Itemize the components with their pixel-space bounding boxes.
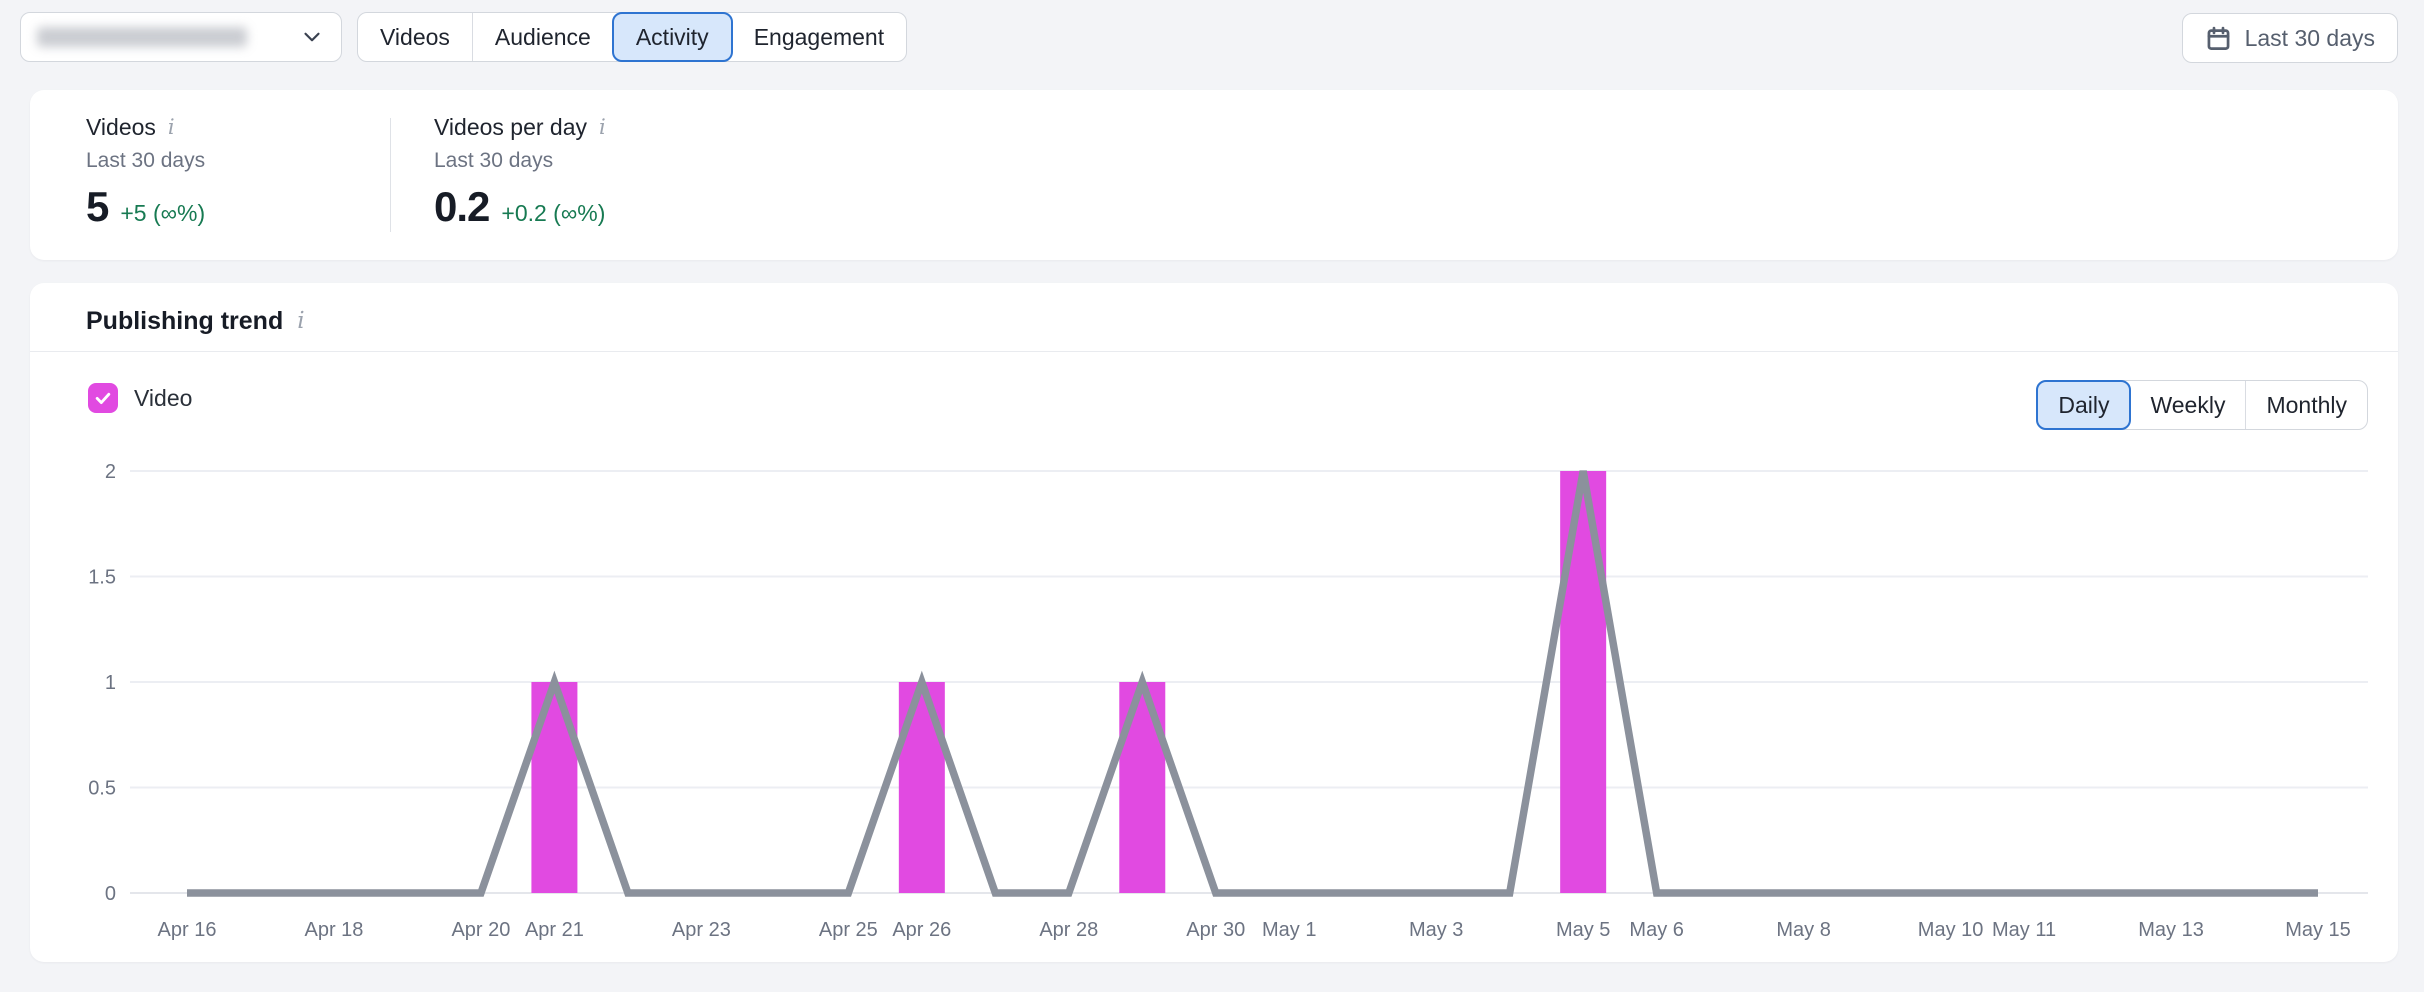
x-axis-tick-label: May 5 — [1556, 919, 1610, 941]
y-axis-tick-label: 1 — [105, 672, 116, 694]
x-axis-tick-label: May 11 — [1992, 919, 2056, 941]
x-axis-tick-label: Apr 18 — [304, 919, 363, 941]
granularity-monthly[interactable]: Monthly — [2245, 381, 2367, 429]
granularity-switch: Daily Weekly Monthly — [2036, 380, 2368, 430]
stat-videos-per-day-delta: +0.2 (∞%) — [501, 200, 605, 227]
bar[interactable] — [1560, 471, 1606, 893]
stat-videos-per-day-value: 0.2 — [434, 183, 489, 231]
calendar-icon — [2205, 25, 2232, 52]
legend-video-checkbox[interactable]: Video — [88, 383, 192, 413]
info-icon[interactable]: i — [295, 310, 306, 333]
account-dropdown[interactable] — [20, 12, 342, 62]
info-icon[interactable]: i — [597, 117, 608, 138]
activity-stats-card: Videos i Last 30 days 5 +5 (∞%) Videos p… — [30, 90, 2398, 260]
x-axis-tick-label: Apr 30 — [1186, 919, 1245, 941]
publishing-trend-card: Publishing trend i Video Daily Weekly Mo… — [30, 283, 2398, 962]
x-axis-tick-label: Apr 26 — [892, 919, 951, 941]
x-axis-tick-label: May 13 — [2138, 919, 2204, 941]
y-axis-tick-label: 2 — [105, 461, 116, 483]
checkbox-checked-icon — [88, 383, 118, 413]
bar[interactable] — [899, 682, 945, 893]
x-axis-tick-label: Apr 23 — [672, 919, 731, 941]
x-axis-tick-label: Apr 20 — [451, 919, 510, 941]
x-axis-tick-label: May 6 — [1629, 919, 1683, 941]
stat-videos-per-day: Videos per day i Last 30 days 0.2 +0.2 (… — [434, 114, 608, 231]
granularity-weekly[interactable]: Weekly — [2130, 381, 2245, 429]
granularity-daily[interactable]: Daily — [2036, 380, 2131, 430]
info-icon[interactable]: i — [166, 117, 177, 138]
x-axis-tick-label: May 15 — [2285, 919, 2351, 941]
header-divider — [30, 351, 2398, 352]
chevron-down-icon — [299, 24, 325, 50]
x-axis-tick-label: May 10 — [1918, 919, 1984, 941]
bar[interactable] — [1119, 682, 1165, 893]
x-axis-tick-label: Apr 21 — [525, 919, 584, 941]
account-name-blurred — [37, 27, 247, 47]
top-bar: Videos Audience Activity Engagement Last… — [0, 0, 2424, 74]
stat-videos-per-day-period: Last 30 days — [434, 149, 608, 173]
stat-videos-title: Videos — [86, 114, 156, 141]
stats-divider — [390, 118, 391, 232]
x-axis-tick-label: May 3 — [1409, 919, 1463, 941]
y-axis-tick-label: 0.5 — [88, 778, 116, 800]
tab-audience[interactable]: Audience — [472, 13, 613, 61]
x-axis-tick-label: Apr 16 — [158, 919, 217, 941]
publishing-trend-title: Publishing trend — [86, 307, 283, 336]
y-axis-tick-label: 1.5 — [88, 567, 116, 589]
stat-videos-delta: +5 (∞%) — [120, 200, 205, 227]
x-axis-tick-label: Apr 28 — [1039, 919, 1098, 941]
x-axis-tick-label: Apr 25 — [819, 919, 878, 941]
stat-videos-per-day-title: Videos per day — [434, 114, 587, 141]
x-axis-tick-label: May 1 — [1262, 919, 1316, 941]
legend-video-label: Video — [134, 385, 192, 412]
tab-activity[interactable]: Activity — [612, 12, 733, 62]
bar[interactable] — [531, 682, 577, 893]
tab-engagement[interactable]: Engagement — [732, 13, 906, 61]
y-axis-tick-label: 0 — [105, 883, 116, 905]
date-range-button[interactable]: Last 30 days — [2182, 13, 2398, 63]
analytics-tabs: Videos Audience Activity Engagement — [357, 12, 907, 62]
stat-videos: Videos i Last 30 days 5 +5 (∞%) — [86, 114, 205, 231]
stat-videos-period: Last 30 days — [86, 149, 205, 173]
date-range-label: Last 30 days — [2245, 25, 2375, 52]
stat-videos-value: 5 — [86, 183, 108, 231]
x-axis-tick-label: May 8 — [1776, 919, 1830, 941]
trend-line — [187, 471, 2318, 893]
tab-videos[interactable]: Videos — [358, 13, 472, 61]
